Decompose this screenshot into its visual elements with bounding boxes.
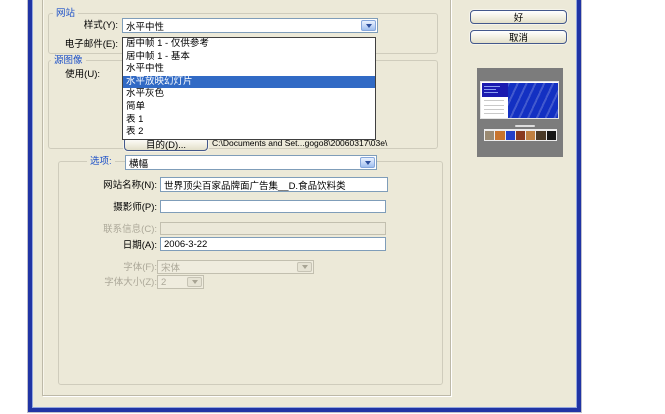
style-option[interactable]: 水平中性 bbox=[123, 63, 375, 76]
style-select-arrow-button[interactable] bbox=[361, 20, 376, 31]
style-dropdown-list[interactable]: 居中帧 1 - 仅供参考 居中帧 1 - 基本 水平中性 水平放映幻灯片 水平灰… bbox=[122, 37, 376, 140]
font-select-value: 宋体 bbox=[158, 261, 296, 273]
options-select-arrow-button[interactable] bbox=[360, 157, 375, 168]
date-input[interactable]: 2006-3-22 bbox=[160, 237, 386, 251]
preview-thumb bbox=[526, 131, 535, 140]
font-size-select-arrow-button bbox=[187, 277, 202, 287]
font-select: 宋体 bbox=[157, 260, 314, 274]
contact-info-label: 联系信息(C): bbox=[86, 224, 157, 235]
style-select-value: 水平中性 bbox=[123, 19, 360, 32]
style-option[interactable]: 表 2 bbox=[123, 126, 375, 139]
site-group-title: 网站 bbox=[53, 8, 78, 19]
font-size-select-value: 2 bbox=[158, 276, 186, 288]
preview-thumb bbox=[547, 131, 556, 140]
style-option[interactable]: 居中帧 1 - 基本 bbox=[123, 51, 375, 64]
preview-thumbnail-strip bbox=[484, 129, 557, 141]
source-images-group-title: 源图像 bbox=[51, 55, 86, 66]
ok-button[interactable]: 好 bbox=[470, 10, 567, 24]
date-label: 日期(A): bbox=[108, 240, 157, 251]
style-preview-thumbnail bbox=[477, 68, 563, 157]
preview-caption-text bbox=[515, 125, 535, 127]
options-group-title: 选项: bbox=[87, 156, 115, 167]
photographer-input[interactable] bbox=[160, 200, 386, 213]
font-label: 字体(F): bbox=[103, 262, 157, 273]
preview-thumb bbox=[495, 131, 504, 140]
style-option[interactable]: 居中帧 1 - 仅供参考 bbox=[123, 38, 375, 51]
preview-banner-block bbox=[482, 83, 508, 97]
style-option[interactable]: 表 1 bbox=[123, 114, 375, 127]
cancel-button[interactable]: 取消 bbox=[470, 30, 567, 44]
chevron-down-icon bbox=[192, 280, 198, 284]
options-page-select[interactable]: 横幅 bbox=[125, 155, 377, 170]
chevron-down-icon bbox=[366, 24, 372, 28]
preview-page-frame bbox=[480, 81, 559, 119]
font-size-label: 字体大小(Z): bbox=[86, 277, 157, 288]
options-page-value: 横幅 bbox=[126, 156, 359, 169]
photographer-label: 摄影师(P): bbox=[93, 202, 157, 213]
use-label: 使用(U): bbox=[56, 69, 100, 80]
chevron-down-icon bbox=[302, 265, 308, 269]
font-size-select: 2 bbox=[157, 275, 204, 289]
preview-thumb bbox=[506, 131, 515, 140]
font-select-arrow-button bbox=[297, 262, 312, 272]
preview-main-image bbox=[508, 83, 558, 118]
email-label: 电子邮件(E): bbox=[40, 39, 118, 50]
screenshot-root: 网站 样式(Y): 水平中性 电子邮件(E): 源图像 使用(U): 目的(D)… bbox=[0, 0, 665, 414]
chevron-down-icon bbox=[365, 161, 371, 165]
preview-text-lines bbox=[482, 97, 508, 117]
preview-thumb bbox=[536, 131, 545, 140]
contact-info-input bbox=[160, 222, 386, 235]
preview-thumb bbox=[485, 131, 494, 140]
site-name-input[interactable]: 世界顶尖百家品牌面广告集__D.食品饮料类 bbox=[160, 177, 388, 192]
site-name-label: 网站名称(N): bbox=[93, 180, 157, 191]
style-option[interactable]: 水平灰色 bbox=[123, 88, 375, 101]
style-option-selected[interactable]: 水平放映幻灯片 bbox=[123, 76, 375, 89]
preview-thumb bbox=[516, 131, 525, 140]
style-label: 样式(Y): bbox=[58, 20, 118, 31]
style-select[interactable]: 水平中性 bbox=[122, 18, 378, 33]
style-option[interactable]: 简单 bbox=[123, 101, 375, 114]
